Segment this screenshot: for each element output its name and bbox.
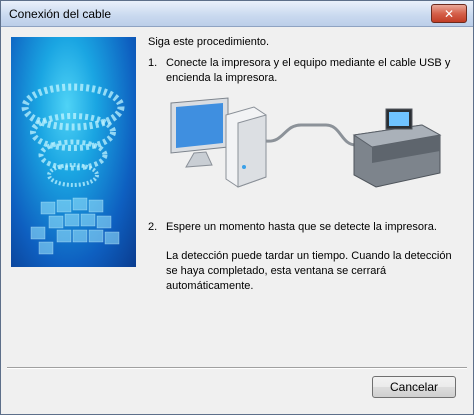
close-icon: ✕ bbox=[443, 6, 455, 21]
step2-number: 2. bbox=[148, 221, 158, 233]
spiral-graphic bbox=[21, 83, 125, 255]
note-line3: automáticamente. bbox=[166, 280, 254, 292]
close-button[interactable]: ✕ bbox=[431, 4, 467, 23]
printer-icon bbox=[352, 108, 442, 188]
step1-line2: encienda la impresora. bbox=[166, 72, 278, 84]
monitor-icon bbox=[170, 97, 229, 168]
usb-cable-icon bbox=[265, 123, 357, 147]
dialog-body: Siga este procedimiento. 1. Conecte la i… bbox=[7, 27, 467, 408]
note-line1: La detección puede tardar un tiempo. Cua… bbox=[166, 250, 452, 262]
footer-divider bbox=[7, 367, 467, 369]
dialog-window: Conexión del cable ✕ Siga este procedimi… bbox=[0, 0, 474, 415]
window-title: Conexión del cable bbox=[9, 7, 112, 21]
computer-tower-icon bbox=[225, 106, 267, 188]
title-bar[interactable]: Conexión del cable ✕ bbox=[1, 1, 473, 27]
connection-illustration bbox=[170, 97, 442, 188]
cancel-button[interactable]: Cancelar bbox=[372, 376, 456, 398]
step1-line1: Conecte la impresora y el equipo mediant… bbox=[166, 57, 451, 69]
step1-number: 1. bbox=[148, 57, 158, 69]
step2-text: Espere un momento hasta que se detecte l… bbox=[166, 221, 437, 233]
note-line2: se haya completado, esta ventana se cerr… bbox=[166, 265, 387, 277]
intro-text: Siga este procedimiento. bbox=[148, 36, 270, 48]
banner-image bbox=[11, 37, 136, 267]
